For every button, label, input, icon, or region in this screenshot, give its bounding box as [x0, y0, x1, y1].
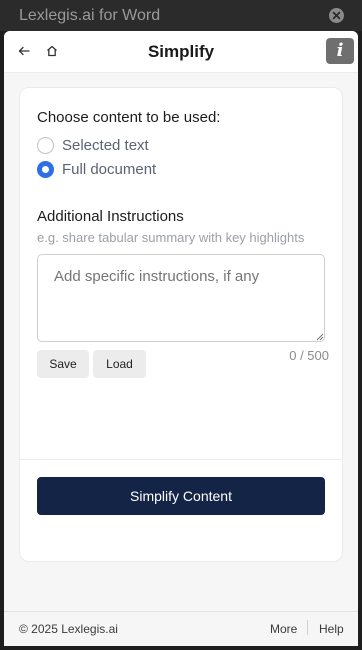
copyright-text: © 2025 Lexlegis.ai	[19, 622, 118, 636]
radio-selected-text[interactable]: Selected text	[37, 137, 149, 154]
pane-header: Simplify i	[4, 31, 358, 73]
info-icon[interactable]: i	[326, 38, 354, 64]
close-icon[interactable]	[329, 8, 344, 23]
more-link[interactable]: More	[270, 622, 297, 636]
character-counter: 0 / 500	[289, 348, 329, 363]
radio-button-checked[interactable]	[37, 161, 54, 178]
content-choice-title: Choose content to be used:	[37, 109, 221, 126]
save-button[interactable]: Save	[37, 350, 89, 378]
simplify-card: Choose content to be used: Selected text…	[19, 87, 343, 562]
pane-footer: © 2025 Lexlegis.ai More Help	[4, 611, 358, 646]
additional-instructions-title: Additional Instructions	[37, 208, 184, 225]
radio-full-document[interactable]: Full document	[37, 161, 156, 178]
radio-label: Full document	[62, 161, 157, 178]
simplify-content-button[interactable]: Simplify Content	[37, 477, 325, 515]
task-pane: Simplify i Choose content to be used: Se…	[4, 31, 358, 646]
divider	[20, 459, 342, 460]
footer-separator	[307, 620, 308, 635]
instructions-textarea[interactable]	[37, 254, 325, 342]
load-button[interactable]: Load	[93, 350, 146, 378]
radio-label: Selected text	[62, 137, 149, 154]
resize-grip-icon[interactable]	[316, 333, 324, 341]
radio-button-unchecked[interactable]	[37, 137, 54, 154]
page-title: Simplify	[147, 42, 215, 61]
window-titlebar: Lexlegis.ai for Word	[0, 0, 362, 31]
window-title: Lexlegis.ai for Word	[19, 6, 161, 24]
help-link[interactable]: Help	[319, 622, 344, 636]
additional-instructions-hint: e.g. share tabular summary with key high…	[37, 230, 305, 245]
